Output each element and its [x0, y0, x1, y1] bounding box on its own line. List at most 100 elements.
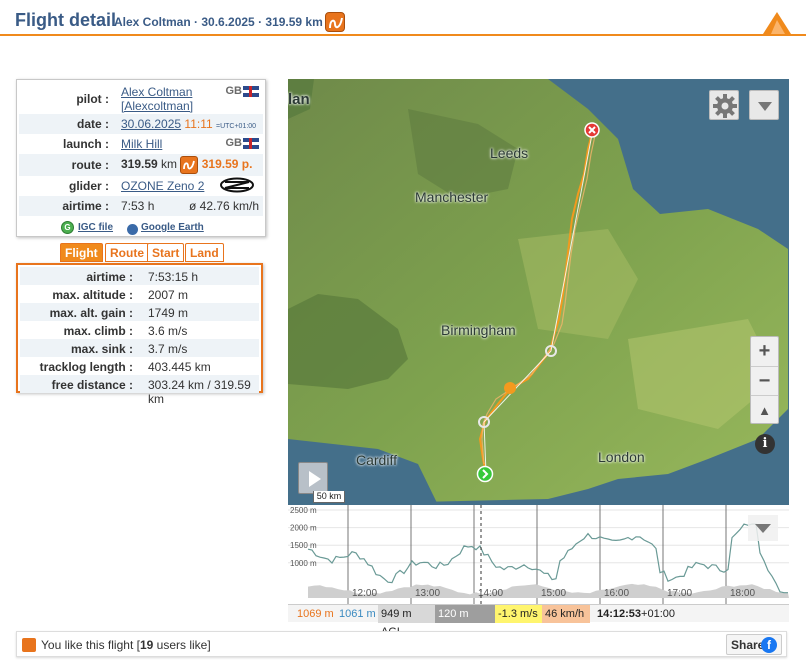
- date-link[interactable]: 30.06.2025: [121, 117, 181, 131]
- stat-label: max. climb :: [63, 324, 133, 338]
- share-button[interactable]: Share f: [726, 634, 782, 655]
- stat-value: 3.7 m/s: [148, 342, 188, 356]
- airtime-row: airtime : 7:53 h ø 42.76 km/h: [19, 196, 263, 216]
- zoom-out-button[interactable]: −: [751, 366, 778, 395]
- stat-label: max. sink :: [70, 342, 133, 356]
- stat-row: max. sink : 3.7 m/s: [20, 339, 259, 357]
- route-type-icon: [180, 156, 199, 174]
- altitude-chart[interactable]: 2500 m 2000 m 1500 m 1000 m 12:00 13:00 14:00…: [288, 505, 789, 605]
- igc-file-link[interactable]: IGC file: [78, 222, 113, 233]
- x-tick-label: 18:00: [730, 588, 755, 599]
- launch-country-code: GB: [225, 137, 243, 149]
- speed-value: 46 km/h: [542, 605, 590, 623]
- flight-track: [478, 128, 597, 474]
- turnpoint-marker-icon[interactable]: [544, 344, 558, 358]
- x-tick-label: 12:00: [352, 588, 377, 599]
- pilot-country: GB: [225, 85, 259, 97]
- map-layers-button[interactable]: [749, 90, 779, 120]
- y-tick-label: 1500 m: [290, 541, 317, 550]
- uk-flag-icon: [243, 85, 259, 97]
- landing-marker-icon[interactable]: [584, 122, 600, 138]
- x-tick-label: 13:00: [415, 588, 440, 599]
- time-value: 11:11: [184, 117, 213, 131]
- google-earth-link[interactable]: Google Earth: [141, 222, 204, 233]
- stat-value: 2007 m: [148, 288, 189, 302]
- route-type-icon: [325, 12, 345, 32]
- like-icon[interactable]: [22, 638, 36, 652]
- takeoff-marker-icon[interactable]: [476, 465, 494, 483]
- uk-flag-icon: [243, 137, 259, 149]
- launch-link[interactable]: Milk Hill: [121, 137, 162, 151]
- gps-altitude: 1069 m: [297, 608, 334, 620]
- page-subtitle: Alex Coltman · 30.6.2025 · 319.59 km: [114, 15, 323, 29]
- igc-file-icon: G: [61, 221, 74, 234]
- flight-info-panel: pilot : Alex Coltman [Alexcoltman] GB da…: [16, 79, 266, 237]
- stat-row: max. altitude : 2007 m: [20, 285, 259, 303]
- like-prefix: You like this flight [: [41, 638, 140, 652]
- date-row: date : 30.06.2025 11:11 =UTC+01:00: [19, 114, 263, 134]
- tab-start[interactable]: Start: [147, 243, 185, 262]
- turnpoint-marker-icon[interactable]: [477, 415, 491, 429]
- stat-label: tracklog length :: [39, 360, 133, 374]
- tab-flight[interactable]: Flight: [60, 243, 103, 262]
- x-tick-label: 14:00: [478, 588, 503, 599]
- launch-country: GB: [225, 137, 259, 149]
- launch-row: launch : Milk Hill GB: [19, 134, 263, 154]
- zoom-in-button[interactable]: +: [751, 337, 778, 366]
- stat-row: airtime : 7:53:15 h: [20, 267, 259, 285]
- pilot-country-code: GB: [225, 85, 243, 97]
- y-tick-label: 1000 m: [290, 559, 317, 568]
- stat-row: free distance : 303.24 km / 319.59 km: [20, 375, 259, 406]
- pilot-name-link[interactable]: Alex Coltman: [121, 85, 192, 99]
- route-row: route : 319.59 km 319.59 p.: [19, 154, 263, 176]
- time-value: 14:12:53+01:00: [594, 605, 678, 623]
- like-text: You like this flight [19 users like]: [41, 638, 211, 652]
- map-info-icon[interactable]: i: [755, 434, 775, 454]
- altitude-chart-svg: 2500 m 2000 m 1500 m 1000 m 12:00 13:00 14:00…: [288, 505, 789, 605]
- airtime-label: airtime :: [62, 199, 109, 213]
- google-earth-icon: [127, 224, 138, 235]
- reset-north-button[interactable]: ▲: [751, 395, 778, 424]
- pilot-handle-link[interactable]: [Alexcoltman]: [121, 99, 193, 113]
- downloads-row: G IGC file Google Earth: [19, 218, 263, 238]
- site-logo-icon[interactable]: [763, 12, 791, 34]
- launch-label: launch :: [62, 137, 109, 151]
- share-label: Share: [731, 638, 765, 652]
- page-header: Flight detail Alex Coltman · 30.6.2025 ·…: [0, 0, 806, 36]
- route-km: 319.59: [121, 157, 158, 172]
- glider-label: glider :: [68, 179, 109, 193]
- pilot-label: pilot :: [76, 92, 109, 106]
- stat-value: 403.445 km: [148, 360, 211, 374]
- like-bar: You like this flight [19 users like] Sha…: [16, 631, 787, 657]
- stat-label: max. altitude :: [52, 288, 133, 302]
- like-suffix: users like]: [153, 638, 211, 652]
- play-animation-button[interactable]: [298, 462, 328, 494]
- time-tz: +01:00: [641, 608, 675, 620]
- map-scale: 50 km: [313, 491, 345, 503]
- ozone-logo-icon: [220, 177, 254, 193]
- tab-land[interactable]: Land: [185, 243, 224, 262]
- tab-route[interactable]: Route: [105, 243, 149, 262]
- flight-map[interactable]: lan Leeds Manchester Birmingham Cardiff …: [288, 79, 789, 505]
- y-tick-label: 2000 m: [290, 524, 317, 533]
- time-hms: 14:12:53: [597, 608, 642, 620]
- date-label: date :: [76, 117, 109, 131]
- stat-value: 7:53:15 h: [148, 270, 199, 284]
- y-tick-label: 2500 m: [290, 506, 317, 515]
- route-value: 319.59 km 319.59 p.: [121, 156, 252, 174]
- agl-altitude: 949 m AGL: [378, 605, 435, 638]
- timezone-value: =UTC+01:00: [216, 123, 257, 130]
- route-points-unit: p.: [241, 157, 253, 172]
- x-tick-label: 16:00: [604, 588, 629, 599]
- gear-icon: [713, 94, 737, 118]
- glider-link[interactable]: OZONE Zeno 2: [121, 179, 204, 193]
- map-settings-button[interactable]: [709, 90, 739, 120]
- chevron-down-icon: [758, 102, 772, 111]
- track-status-bar: 1069 m 1061 m 949 m AGL 120 m GND -1.3 m…: [288, 604, 789, 638]
- like-count: 19: [139, 638, 154, 652]
- date-value: 30.06.2025 11:11 =UTC+01:00: [121, 117, 256, 131]
- stat-label: max. alt. gain :: [49, 306, 133, 320]
- position-marker-icon[interactable]: [503, 381, 517, 395]
- ground-altitude: 120 m GND: [435, 605, 495, 638]
- pilot-row: pilot : Alex Coltman [Alexcoltman] GB: [19, 82, 263, 114]
